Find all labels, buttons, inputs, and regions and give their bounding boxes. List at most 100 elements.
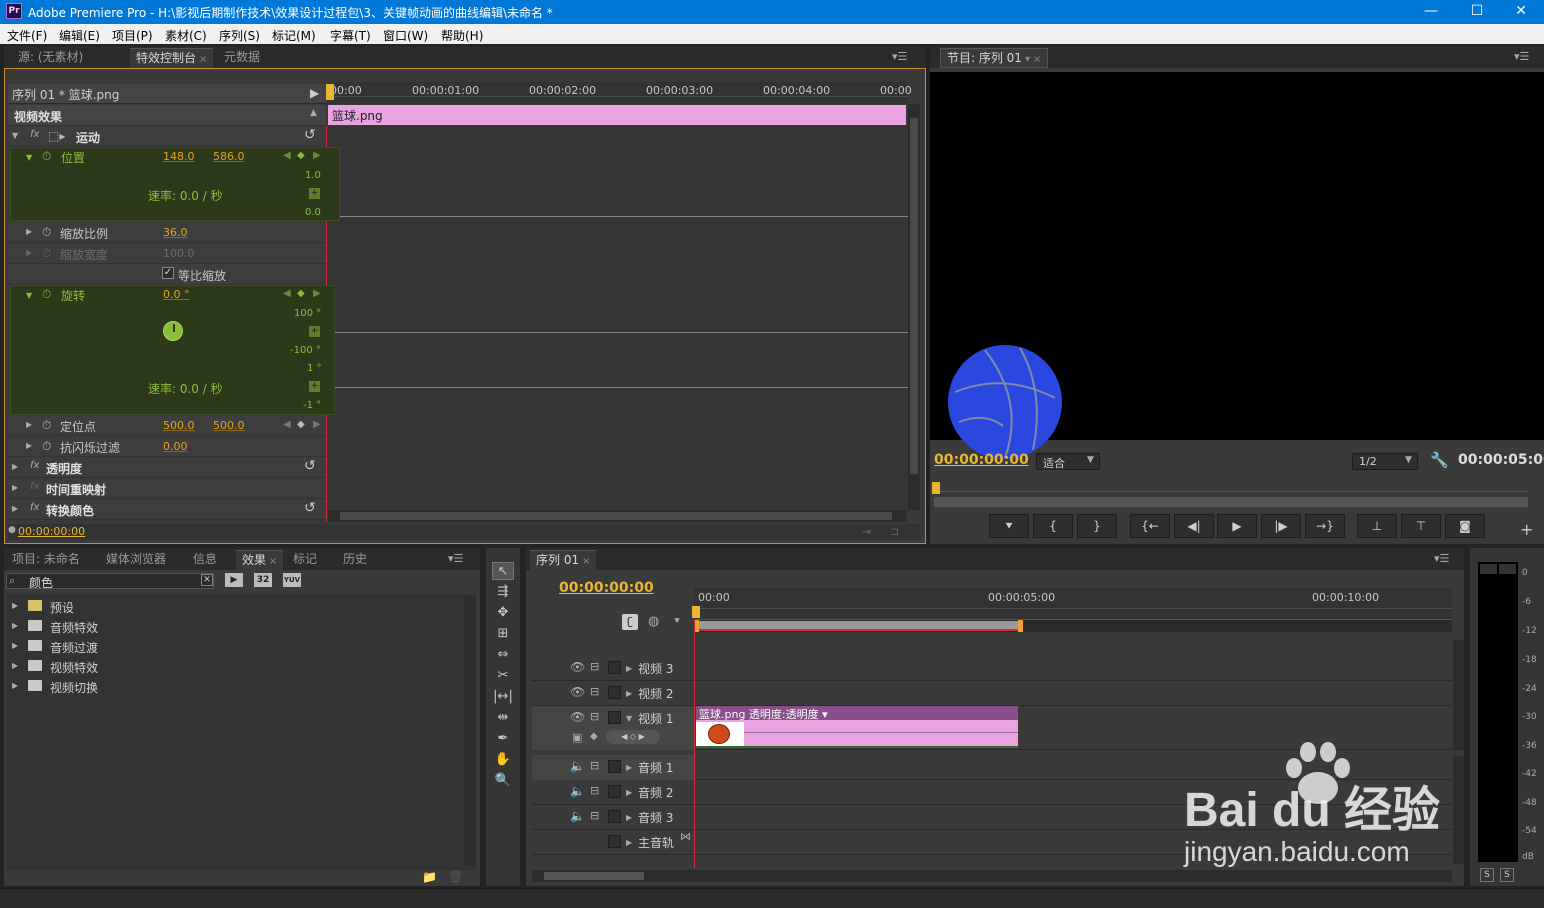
stopwatch-icon[interactable]: ⏱ [42, 287, 51, 302]
program-viewer[interactable] [930, 72, 1544, 459]
slide-tool-icon[interactable]: ⇹ [492, 709, 514, 727]
anchor-x-value[interactable]: 500.0 [163, 419, 195, 432]
tab-program[interactable]: 节目: 序列 01 ▾ × [940, 48, 1049, 68]
mark-in-button[interactable]: { [1033, 514, 1073, 538]
expand-triangle-icon[interactable]: ▶ [626, 838, 632, 847]
slip-tool-icon[interactable]: |↔| [492, 688, 514, 706]
sync-lock-icon[interactable]: ⊟ [590, 759, 599, 772]
tab-effects[interactable]: 效果 × [236, 550, 284, 570]
expand-triangle-icon[interactable]: ▼ [26, 153, 32, 162]
add-keyframe-icon[interactable]: ◆ [297, 150, 305, 161]
zoom-graph-icon[interactable]: + [309, 326, 320, 337]
tab-history[interactable]: 历史 [337, 550, 373, 570]
fx-icon[interactable]: fx [30, 460, 39, 471]
export-frame-button[interactable]: ◙ [1445, 514, 1485, 538]
work-area-bar[interactable] [694, 621, 1020, 631]
antiflicker-value[interactable]: 0.00 [163, 440, 188, 453]
lift-button[interactable]: ⊥ [1357, 514, 1397, 538]
ripple-edit-tool-icon[interactable]: ✥ [492, 604, 514, 622]
expand-triangle-icon[interactable]: ▼ [12, 131, 18, 140]
add-keyframe-icon[interactable]: ◆ [297, 419, 305, 430]
zoom-tool-icon[interactable]: 🔍 [492, 772, 514, 790]
panel-menu-icon[interactable]: ▾☰ [1434, 552, 1449, 565]
delete-icon[interactable]: 🗑 [448, 870, 463, 884]
close-button[interactable]: ✕ [1498, 0, 1544, 24]
expand-triangle-icon[interactable]: ▶ [12, 504, 18, 513]
sync-lock-icon[interactable]: ⊟ [590, 710, 599, 723]
solo-left-button[interactable]: S [1480, 868, 1494, 882]
track-audio-1[interactable]: 🔈 ⊟ ▶ 音频 1 [532, 755, 1452, 780]
expand-triangle-icon[interactable]: ▼ [26, 291, 32, 300]
pen-tool-icon[interactable]: ✒ [492, 730, 514, 748]
add-button-icon[interactable]: + [1520, 520, 1533, 539]
ec-vertical-scrollbar[interactable] [908, 104, 920, 510]
antiflicker-row[interactable]: ▶ ⏱ 抗闪烁过滤 0.00 [8, 436, 326, 457]
lock-track-toggle[interactable] [608, 760, 621, 773]
timeline-timecode[interactable]: 00:00:00:00 [559, 580, 654, 596]
expand-triangle-icon[interactable]: ▶ [626, 664, 632, 673]
prev-keyframe-icon[interactable]: ◀ [283, 288, 291, 299]
add-marker-icon[interactable]: ⯆ [673, 616, 681, 627]
close-tab-icon[interactable]: × [199, 54, 207, 65]
folder-audio-effects[interactable]: ▶ 音频特效 [8, 616, 464, 636]
toggle-icon[interactable]: ⊐ [890, 525, 899, 538]
folder-video-transitions[interactable]: ▶ 视频切换 [8, 676, 464, 696]
set-encore-marker-icon[interactable]: ◍ [648, 614, 659, 629]
work-area-end-handle[interactable] [1018, 620, 1023, 632]
next-keyframe-icon[interactable]: ▶ [313, 150, 321, 161]
maximize-button[interactable]: ☐ [1454, 0, 1500, 24]
add-marker-button[interactable]: ⯆ [989, 514, 1029, 538]
add-keyframe-icon[interactable]: ◆ [297, 288, 305, 299]
menu-project[interactable]: 项目(P) [112, 27, 153, 44]
stopwatch-icon[interactable]: ⏱ [42, 439, 51, 454]
reset-icon[interactable]: ↺ [304, 127, 316, 143]
timeline-ruler[interactable]: 00:00 00:00:05:00 00:00:10:00 [694, 588, 1452, 620]
stopwatch-icon[interactable]: ⏱ [42, 149, 51, 164]
effects-search-field[interactable]: ⌕ 颜色 ✕ [6, 573, 214, 590]
minimize-button[interactable]: — [1408, 0, 1454, 24]
opacity-rubberband[interactable] [744, 732, 1018, 733]
ec-timecode[interactable]: 00:00:00:00 [18, 525, 85, 538]
scroll-thumb[interactable] [340, 512, 892, 520]
playhead-marker[interactable] [326, 84, 334, 100]
track-select-tool-icon[interactable]: ⇶ [492, 583, 514, 601]
sync-lock-icon[interactable]: ⊟ [590, 784, 599, 797]
rotation-dial[interactable] [163, 321, 183, 341]
export-icon[interactable]: ⇥ [862, 525, 871, 538]
reset-icon[interactable]: ↺ [304, 458, 316, 474]
tab-source[interactable]: 源: (无素材) [12, 48, 89, 68]
scale-value[interactable]: 36.0 [163, 226, 188, 239]
speaker-icon[interactable]: 🔈 [570, 809, 585, 823]
next-keyframe-icon[interactable]: ▶ [313, 419, 321, 430]
menu-help[interactable]: 帮助(H) [441, 27, 483, 44]
track-master[interactable]: ▶ 主音轨 ⋈ [532, 830, 1452, 855]
tab-info[interactable]: 信息 [187, 550, 223, 570]
prev-keyframe-icon[interactable]: ◀ [283, 150, 291, 161]
lock-track-toggle[interactable] [608, 810, 621, 823]
close-tab-icon[interactable]: × [582, 556, 590, 567]
clear-search-icon[interactable]: ✕ [201, 574, 213, 586]
rate-stretch-tool-icon[interactable]: ⇔ [492, 646, 514, 664]
prev-keyframe-icon[interactable]: ◀ [283, 419, 291, 430]
close-tab-icon[interactable]: × [269, 556, 277, 567]
stopwatch-icon[interactable]: ⏱ [42, 418, 51, 433]
selection-tool-icon[interactable]: ↖ [492, 562, 514, 580]
audio-tracks-scrollbar[interactable] [1453, 756, 1464, 864]
fx-icon[interactable]: fx [30, 502, 39, 513]
mark-out-button[interactable]: } [1077, 514, 1117, 538]
rolling-edit-tool-icon[interactable]: ⊞ [492, 625, 514, 643]
go-to-in-button[interactable]: {← [1130, 514, 1170, 538]
32bit-effects-icon[interactable]: 32 [254, 573, 272, 587]
collapse-triangle-icon[interactable]: ▼ [626, 714, 632, 723]
tab-effect-controls[interactable]: 特效控制台 × [130, 48, 214, 68]
close-tab-icon[interactable]: × [1033, 54, 1041, 65]
expand-triangle-icon[interactable]: ▶ [12, 601, 18, 610]
zoom-graph-icon[interactable]: + [309, 381, 320, 392]
panel-menu-icon[interactable]: ▾☰ [892, 50, 907, 63]
menu-clip[interactable]: 素材(C) [165, 27, 207, 44]
eye-icon[interactable]: 👁 [570, 660, 585, 674]
expand-triangle-icon[interactable]: ▶ [26, 420, 32, 429]
folder-audio-transitions[interactable]: ▶ 音频过渡 [8, 636, 464, 656]
scroll-up-icon[interactable]: ▲ [310, 108, 317, 118]
reset-icon[interactable]: ↺ [304, 500, 316, 516]
